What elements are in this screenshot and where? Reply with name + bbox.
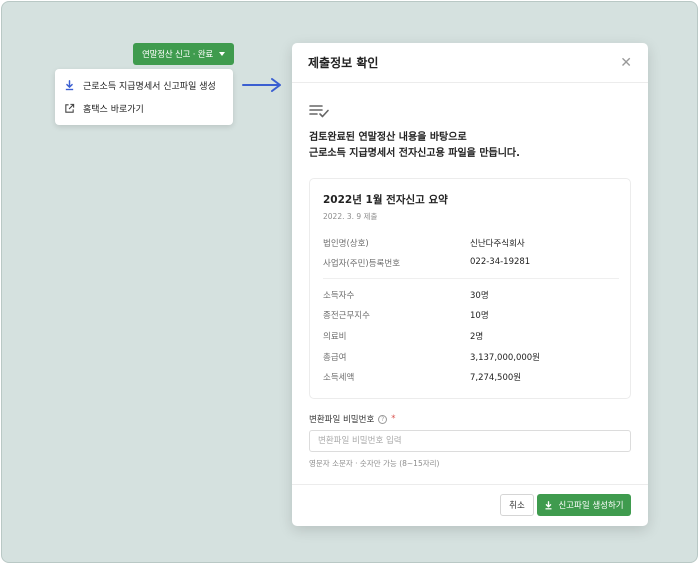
password-input[interactable] xyxy=(309,430,631,452)
stat-row: 총급여 3,137,000,000원 xyxy=(323,351,619,365)
dropdown-menu: 근로소득 지급명세서 신고파일 생성 홈택스 바로가기 xyxy=(55,69,233,125)
external-link-icon xyxy=(65,103,75,113)
download-icon xyxy=(65,80,74,91)
stat-value: 3,137,000,000원 xyxy=(470,353,541,363)
stat-row: 소득자수 30명 xyxy=(323,289,619,303)
stat-label: 소득자수 xyxy=(323,291,355,301)
info-label: 법인명(상호) xyxy=(323,239,369,249)
stat-label: 소득세액 xyxy=(323,373,355,383)
backdrop: 연말정산 신고 · 완료 근로소득 지급명세서 신고파일 생성 홈택스 바로가기… xyxy=(1,1,698,563)
password-hint: 영문자 소문자 · 숫자만 가능 (8~15자리) xyxy=(309,459,440,468)
lead-text: 검토완료된 연말정산 내용을 바탕으로 근로소득 지급명세서 전자신고용 파일을… xyxy=(309,130,520,162)
menu-item-label: 홈택스 바로가기 xyxy=(83,105,144,115)
submission-confirm-modal: 제출정보 확인 ✕ 검토완료된 연말정산 내용을 바탕으로 근로소득 지급명세서… xyxy=(292,43,648,526)
caret-down-icon xyxy=(218,52,225,56)
lead-line: 근로소득 지급명세서 전자신고용 파일을 만듭니다. xyxy=(309,148,520,159)
stat-value: 10명 xyxy=(470,311,489,321)
dropdown-label: 연말정산 신고 · 완료 xyxy=(142,50,213,60)
download-icon xyxy=(545,500,552,509)
info-row: 법인명(상호) 신난다주식회사 xyxy=(323,237,619,251)
info-row: 사업자(주민)등록번호 022-34-19281 xyxy=(323,257,619,271)
info-value: 신난다주식회사 xyxy=(470,239,525,249)
summary-title: 2022년 1월 전자신고 요약 xyxy=(323,194,448,206)
stat-row: 소득세액 7,274,500원 xyxy=(323,371,619,385)
stat-value: 7,274,500원 xyxy=(470,373,522,383)
required-mark: * xyxy=(391,414,396,424)
menu-item-label: 근로소득 지급명세서 신고파일 생성 xyxy=(83,82,216,92)
stat-label: 종전근무지수 xyxy=(323,311,370,321)
stat-row: 의료비 2명 xyxy=(323,330,619,344)
flow-arrow-icon xyxy=(242,78,281,92)
summary-date: 2022. 3. 9 제출 xyxy=(323,212,378,221)
button-label: 신고파일 생성하기 xyxy=(558,501,624,511)
stat-label: 총급여 xyxy=(323,353,347,363)
create-filing-file-button[interactable]: 신고파일 생성하기 xyxy=(537,494,631,516)
password-label-text: 변환파일 비밀번호 xyxy=(309,415,375,425)
divider xyxy=(323,278,619,279)
close-icon[interactable]: ✕ xyxy=(620,56,632,70)
password-label: 변환파일 비밀번호 ? * xyxy=(309,413,396,425)
info-value: 022-34-19281 xyxy=(470,257,531,267)
stat-value: 2명 xyxy=(470,332,484,342)
tax-filing-dropdown-button[interactable]: 연말정산 신고 · 완료 xyxy=(133,43,234,65)
modal-header: 제출정보 확인 ✕ xyxy=(292,43,648,83)
menu-item-hometax[interactable]: 홈택스 바로가기 xyxy=(55,97,233,120)
lead-line: 검토완료된 연말정산 내용을 바탕으로 xyxy=(309,132,467,143)
stat-row: 종전근무지수 10명 xyxy=(323,309,619,323)
list-check-icon xyxy=(309,105,329,118)
cancel-button[interactable]: 취소 xyxy=(500,494,534,516)
help-icon[interactable]: ? xyxy=(378,414,388,424)
stat-value: 30명 xyxy=(470,291,489,301)
summary-card: 2022년 1월 전자신고 요약 2022. 3. 9 제출 법인명(상호) 신… xyxy=(309,178,631,399)
menu-item-create-file[interactable]: 근로소득 지급명세서 신고파일 생성 xyxy=(55,74,233,97)
stat-label: 의료비 xyxy=(323,332,347,342)
modal-title: 제출정보 확인 xyxy=(308,56,379,70)
info-label: 사업자(주민)등록번호 xyxy=(323,259,401,269)
